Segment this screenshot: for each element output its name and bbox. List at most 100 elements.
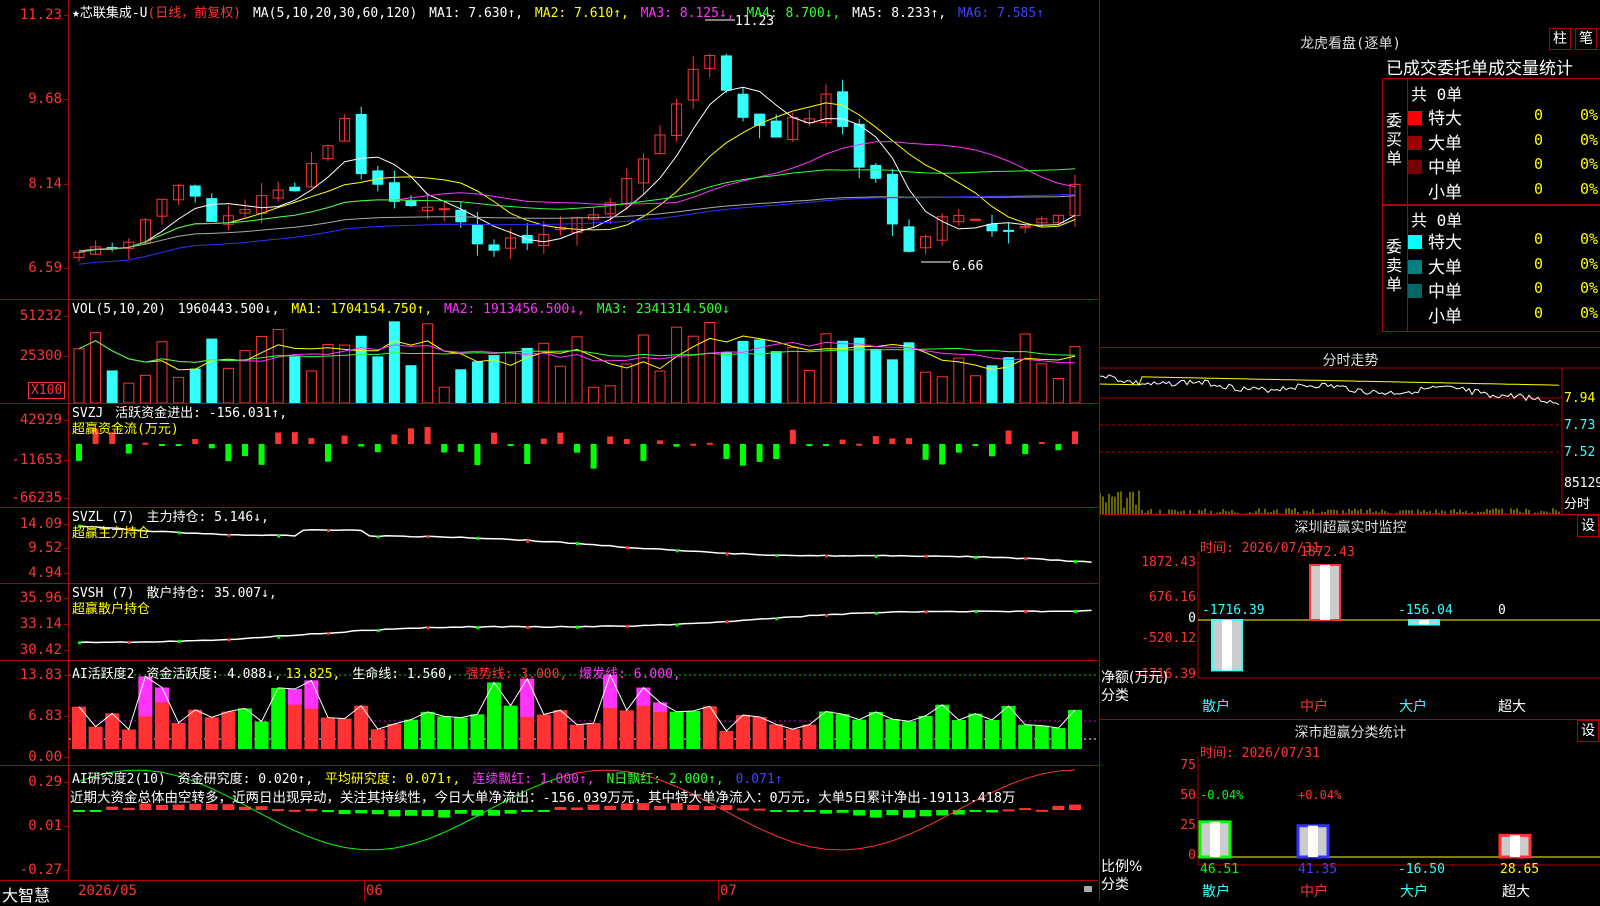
longhu-panel: 龙虎看盘(逐单) 柱 笔 已成交委托单成交量统计 委买单 共 0单 委卖单 共 … [1099, 0, 1600, 346]
indicator-dot [725, 620, 729, 624]
svzj-panel[interactable]: 42929 -11653 -66235 SVZJ 活跃资金进出: -156.03… [0, 404, 1098, 508]
classify-category-label: 散户 [1202, 884, 1230, 900]
longhu-title: 龙虎看盘(逐单) [1300, 36, 1401, 52]
research-bar [371, 810, 384, 815]
activity-bar [852, 719, 867, 749]
ai1-strong: 强势线: 3.000, [465, 667, 568, 682]
monitor-bar-shine [1320, 565, 1330, 620]
lock-icon[interactable] [1084, 886, 1092, 892]
svzj-bar [889, 438, 896, 444]
kline-panel[interactable]: 11.23 9.68 8.14 6.59 ★芯联集成-U(日线，前复权) MA(… [0, 0, 1098, 300]
vol-ma2: MA2: 1913456.500↓, [444, 302, 585, 317]
vol-unit-badge[interactable]: X100 [28, 382, 66, 399]
indicator-dot [625, 624, 629, 628]
research-bar [869, 810, 882, 818]
svzj-bar [1072, 431, 1078, 444]
svzj-bar [872, 436, 879, 444]
research-bar [471, 810, 484, 816]
svzj-ytick: -11653 [11, 452, 69, 468]
research-bar [1035, 809, 1048, 812]
svzj-bar [308, 438, 315, 444]
fenshi-x-label: 分时 [1564, 497, 1591, 512]
buy-row-name: 小单 [1428, 182, 1462, 203]
svzj-bar [408, 428, 414, 444]
volume-bar [671, 326, 683, 403]
ai-activity-panel[interactable]: 13.83 6.83 0.00 AI活跃度2 资金活跃度: 4.088↓, 13… [0, 661, 1098, 766]
fenshi-panel[interactable]: 分时走势 7.94 7.73 7.52 85129 分时 [1099, 347, 1600, 514]
sell-row-name: 中单 [1428, 282, 1462, 302]
candle-body [388, 182, 400, 202]
ai-research-panel[interactable]: 0.29 0.01 -0.27 AI研究度2(10) 资金研究度: 0.020↑… [0, 766, 1098, 880]
svzj-bar [457, 444, 464, 452]
svzj-bar [989, 444, 995, 457]
svzj-bar [557, 432, 564, 444]
activity-bar [88, 726, 103, 749]
x-tick [364, 881, 365, 901]
volume-bar [156, 341, 168, 403]
longhu-header: 已成交委托单成交量统计 [1386, 59, 1573, 79]
svzj-bar [225, 444, 232, 462]
volume-bar [305, 370, 317, 403]
classify-xlabel: 分类 [1101, 877, 1129, 893]
svzl-panel[interactable]: 14.09 9.52 4.94 SVZL (7) 主力持仓: 5.146↓, 超… [0, 508, 1098, 584]
x-label-jul: 07 [720, 883, 737, 899]
app-logo[interactable]: 大智慧 [2, 882, 50, 906]
ai2-avg: 平均研究度: 0.071↑, [324, 772, 461, 787]
vol-ytick: 25300 [19, 348, 70, 364]
ma5-value: MA5: 8.233↑, [852, 6, 947, 21]
indicator-dot [277, 635, 281, 639]
sell-row-name: 特大 [1428, 233, 1462, 253]
indicator-dot [625, 546, 629, 550]
activity-bar [1001, 706, 1016, 749]
ai2-ytick: 0.01 [28, 818, 69, 834]
monitor-ytick: 0 [1188, 611, 1196, 626]
candle-body [289, 186, 301, 192]
svsh-subtitle: 超赢散户持仓 [72, 602, 151, 617]
pen-mode-button[interactable]: 笔 [1575, 28, 1597, 50]
ai1-ytick: 0.00 [28, 749, 69, 765]
indicator-dot [825, 613, 828, 617]
research-bar [388, 810, 401, 817]
activity-bar [570, 724, 584, 749]
kline-plot[interactable] [69, 0, 1098, 299]
svzj-bar [474, 444, 481, 465]
research-bar [969, 810, 982, 812]
research-bar [1002, 809, 1015, 812]
research-bar [106, 806, 119, 810]
ai1-legend: AI活跃度2 资金活跃度: 4.088↓, 13.825, 生命线: 1.560… [72, 663, 685, 682]
buy-row-pct: 0% [1580, 179, 1599, 198]
indicator-dot [1074, 560, 1077, 564]
activity-bar [902, 721, 916, 749]
volume-bar [505, 351, 517, 403]
svzj-bar [906, 438, 912, 444]
svzj-bar [789, 429, 796, 444]
buy-row: 中单 0 0% [1408, 153, 1600, 178]
svzj-bar [1022, 444, 1029, 455]
volume-bar [189, 368, 201, 403]
bar-mode-button[interactable]: 柱 [1549, 28, 1571, 50]
research-bar [504, 810, 517, 814]
research-bar [604, 805, 617, 810]
volume-bar [438, 386, 450, 403]
activity-bar [1018, 724, 1033, 749]
buy-row-value: 0 [1534, 106, 1544, 124]
fenshi-ytick: 7.94 [1564, 391, 1596, 406]
candle-body [903, 226, 915, 252]
indicator-dot [775, 554, 779, 558]
svzj-bar [142, 442, 149, 445]
research-bar [521, 810, 534, 812]
ai1-ytick: 6.83 [28, 708, 69, 724]
volume-bar [422, 323, 434, 403]
svsh-panel[interactable]: 35.96 33.14 30.42 SVSH (7) 散户持仓: 35.007↓… [0, 584, 1098, 661]
ai1-burst: 爆发线: 6.000, [579, 667, 681, 682]
volume-bar [471, 361, 483, 403]
fenshi-ytick: 7.73 [1564, 418, 1596, 433]
monitor-value-label: 1872.43 [1300, 545, 1355, 560]
monitor-ytick: -520.12 [1141, 631, 1196, 646]
volume-panel[interactable]: 51232 25300 X100 VOL(5,10,20) 1960443.50… [0, 300, 1098, 404]
indicator-dot [376, 535, 380, 539]
stock-title[interactable]: ★芯联集成-U [72, 6, 147, 21]
kline-chart [73, 19, 1081, 265]
indicator-dot [476, 536, 480, 540]
indicator-dot [426, 626, 430, 630]
